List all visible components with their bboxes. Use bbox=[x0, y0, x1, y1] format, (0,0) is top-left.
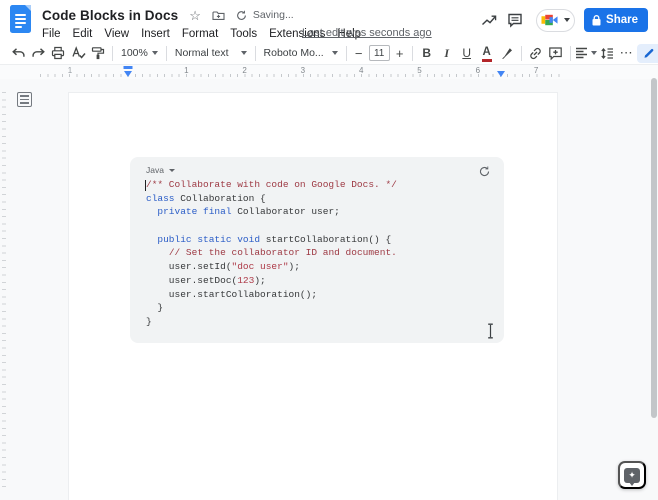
increase-font-size-button[interactable]: + bbox=[392, 46, 408, 61]
show-outline-button[interactable] bbox=[17, 92, 32, 107]
toolbar-divider bbox=[112, 45, 113, 61]
chevron-down-icon bbox=[168, 168, 175, 172]
font-size-input[interactable]: 11 bbox=[368, 45, 390, 61]
ruler-number: 7 bbox=[533, 66, 539, 75]
code-language-select[interactable]: Java bbox=[146, 165, 175, 175]
right-indent-marker[interactable] bbox=[497, 71, 505, 77]
highlight-color-button[interactable] bbox=[497, 43, 517, 63]
paint-format-button[interactable] bbox=[88, 43, 108, 63]
code-lines[interactable]: /** Collaborate with code on Google Docs… bbox=[146, 178, 397, 329]
spell-check-button[interactable] bbox=[68, 43, 88, 63]
document-canvas: Java /** Collaborate with code on Google… bbox=[0, 78, 658, 500]
scrollbar-thumb[interactable] bbox=[651, 78, 657, 418]
underline-button[interactable]: U bbox=[457, 43, 477, 63]
move-folder-icon[interactable] bbox=[212, 10, 225, 21]
code-line[interactable]: } bbox=[146, 301, 397, 315]
google-docs-window: Code Blocks in Docs ☆ Saving... File Edit… bbox=[0, 0, 658, 500]
undo-button[interactable] bbox=[8, 43, 28, 63]
code-line[interactable]: user.startCollaboration(); bbox=[146, 288, 397, 302]
print-button[interactable] bbox=[48, 43, 68, 63]
meet-button[interactable] bbox=[536, 8, 576, 32]
code-line[interactable]: /** Collaborate with code on Google Docs… bbox=[146, 178, 397, 192]
chevron-down-icon bbox=[564, 18, 571, 22]
page[interactable]: Java /** Collaborate with code on Google… bbox=[68, 92, 558, 500]
ruler-number: 5 bbox=[417, 66, 422, 75]
code-line[interactable]: } bbox=[146, 315, 397, 329]
share-label: Share bbox=[606, 14, 638, 26]
meet-camera-icon bbox=[541, 14, 558, 26]
editing-mode-button[interactable] bbox=[636, 43, 658, 63]
star-icon[interactable]: ☆ bbox=[189, 9, 201, 22]
lock-icon bbox=[592, 14, 601, 25]
italic-button[interactable]: I bbox=[437, 43, 457, 63]
toolbar-divider bbox=[411, 45, 413, 61]
document-title[interactable]: Code Blocks in Docs bbox=[42, 8, 178, 23]
text-cursor bbox=[144, 179, 146, 191]
refresh-icon[interactable] bbox=[476, 163, 492, 179]
redo-button[interactable] bbox=[28, 43, 48, 63]
saving-status: Saving... bbox=[252, 9, 294, 21]
chevron-down-icon bbox=[590, 51, 597, 55]
toolbar-divider bbox=[569, 45, 571, 61]
bold-button[interactable]: B bbox=[417, 43, 437, 63]
header-actions: Share bbox=[476, 8, 648, 32]
mouse-ibeam-cursor bbox=[486, 323, 495, 339]
toolbar-divider bbox=[165, 45, 167, 61]
code-line[interactable]: // Set the collaborator ID and document. bbox=[146, 246, 397, 260]
zoom-select[interactable]: 100% bbox=[117, 43, 162, 63]
insights-icon[interactable] bbox=[476, 8, 502, 32]
vertical-ruler bbox=[2, 92, 6, 492]
ruler-number: 3 bbox=[300, 66, 306, 75]
add-comment-button[interactable] bbox=[546, 43, 566, 63]
toolbar: 100% Normal text Roboto Mo... − 11 + B I… bbox=[0, 42, 658, 65]
insert-link-button[interactable] bbox=[526, 43, 546, 63]
comments-icon[interactable] bbox=[502, 8, 528, 32]
code-line[interactable]: private final Collaborator user; bbox=[146, 205, 397, 219]
line-spacing-button[interactable] bbox=[597, 43, 617, 63]
title-row: Code Blocks in Docs ☆ Saving... bbox=[42, 6, 294, 24]
last-edit-link[interactable]: Last edit was seconds ago bbox=[302, 27, 432, 39]
menu-format[interactable]: Format bbox=[176, 28, 224, 40]
paragraph-style-select[interactable]: Normal text bbox=[171, 43, 251, 63]
code-line[interactable] bbox=[146, 219, 397, 233]
code-line[interactable]: public static void startCollaboration() … bbox=[146, 233, 397, 247]
ruler-number: 1 bbox=[184, 66, 189, 75]
chevron-down-icon bbox=[151, 51, 158, 55]
toolbar-divider bbox=[345, 45, 347, 61]
share-button[interactable]: Share bbox=[584, 8, 648, 32]
header: Code Blocks in Docs ☆ Saving... File Edit… bbox=[0, 0, 658, 42]
ruler-number: 2 bbox=[242, 66, 247, 75]
menu-file[interactable]: File bbox=[36, 28, 67, 40]
vertical-scrollbar[interactable] bbox=[651, 78, 657, 500]
toolbar-divider bbox=[520, 45, 522, 61]
ruler-number: 4 bbox=[358, 66, 364, 75]
decrease-font-size-button[interactable]: − bbox=[351, 46, 367, 61]
explore-button[interactable]: ✦ bbox=[618, 461, 646, 489]
sync-saving-icon bbox=[236, 10, 247, 21]
first-line-indent-marker[interactable] bbox=[123, 66, 133, 69]
menu-insert[interactable]: Insert bbox=[135, 28, 176, 40]
menu-tools[interactable]: Tools bbox=[224, 28, 263, 40]
code-line[interactable]: class Collaboration { bbox=[146, 192, 397, 206]
toolbar-divider bbox=[254, 45, 256, 61]
pencil-icon bbox=[644, 48, 654, 58]
code-block[interactable]: Java /** Collaborate with code on Google… bbox=[130, 157, 504, 343]
chevron-down-icon bbox=[240, 51, 247, 55]
font-family-select[interactable]: Roboto Mo... bbox=[260, 43, 342, 63]
horizontal-ruler[interactable]: 1 1 2 3 4 5 6 7 bbox=[0, 65, 658, 79]
ruler-margin-number: 1 bbox=[67, 66, 73, 75]
align-button[interactable] bbox=[575, 43, 597, 63]
menu-edit[interactable]: Edit bbox=[67, 28, 99, 40]
ruler-number: 6 bbox=[475, 66, 481, 75]
explore-icon: ✦ bbox=[624, 467, 640, 486]
more-options-button[interactable]: ⋯ bbox=[617, 43, 637, 63]
code-line[interactable]: user.setDoc(123); bbox=[146, 274, 397, 288]
chevron-down-icon bbox=[331, 51, 338, 55]
menu-view[interactable]: View bbox=[98, 28, 135, 40]
docs-logo-icon[interactable] bbox=[10, 5, 31, 33]
code-line[interactable]: user.setId("doc user"); bbox=[146, 260, 397, 274]
text-color-button[interactable]: A bbox=[477, 43, 497, 63]
left-indent-marker[interactable] bbox=[124, 71, 132, 77]
